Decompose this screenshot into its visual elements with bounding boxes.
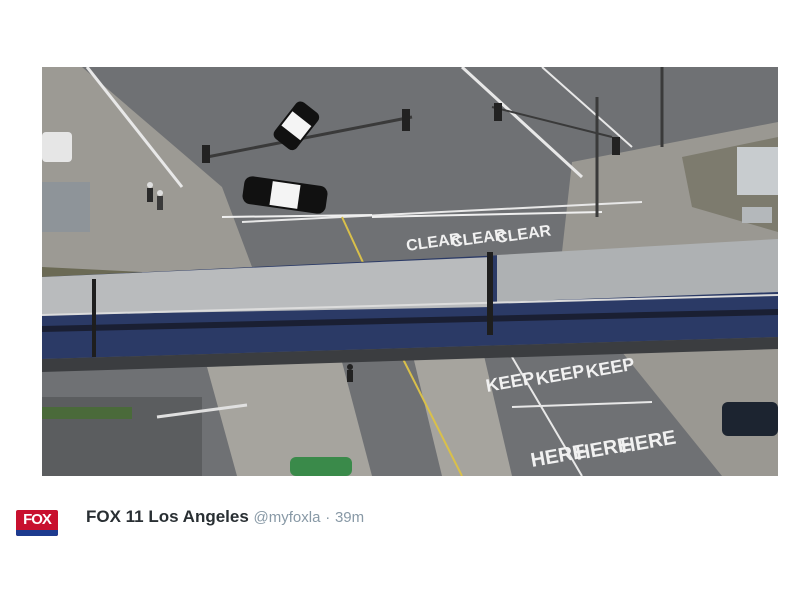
tweet-header: FOX 11 Los Angeles @myfoxla · 39m xyxy=(86,506,364,528)
avatar-stripe xyxy=(16,530,58,536)
fox11-avatar[interactable]: FOX xyxy=(16,510,58,536)
avatar-logo-text: FOX xyxy=(23,511,52,528)
header-separator: · xyxy=(325,509,331,526)
account-name[interactable]: FOX 11 Los Angeles xyxy=(86,507,249,526)
tweet-timestamp[interactable]: 39m xyxy=(335,509,364,526)
tweet-text-clipped xyxy=(86,530,686,535)
news-photo: CLEAR CLEAR CLEAR KEEP KEEP KEEP HERE HE… xyxy=(42,67,778,476)
account-handle[interactable]: @myfoxla xyxy=(254,509,321,526)
tweet-card xyxy=(0,476,800,600)
